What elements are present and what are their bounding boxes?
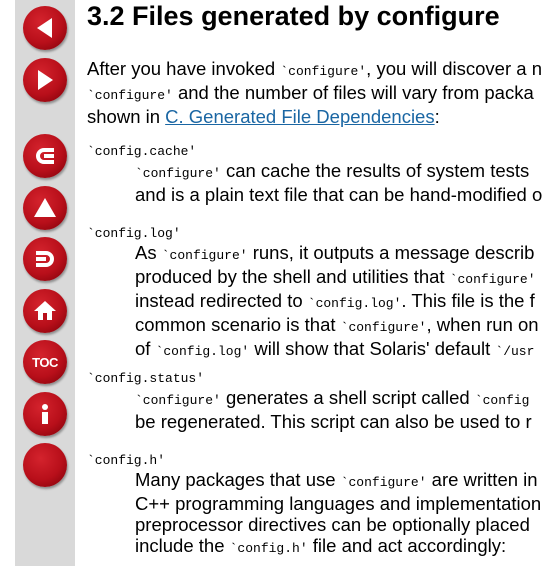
up-button[interactable] bbox=[23, 186, 67, 230]
definition-description: As `configure' runs, it outputs a messag… bbox=[135, 242, 539, 362]
inline-code: `configure' bbox=[87, 88, 173, 103]
previous-button[interactable] bbox=[23, 6, 67, 50]
intro-paragraph: After you have invoked `configure', you … bbox=[87, 58, 542, 127]
definition-text: include the bbox=[135, 535, 230, 556]
definition-text: preprocessor directives can be optionall… bbox=[135, 514, 530, 535]
page-content: 3.2 Files generated by configure After y… bbox=[87, 0, 542, 566]
inline-code: `configure' bbox=[340, 320, 427, 335]
page-title: 3.2 Files generated by configure bbox=[87, 1, 500, 31]
intro-text: shown in bbox=[87, 106, 166, 127]
definition-text: will show that Solaris' default bbox=[249, 338, 496, 359]
definition-text: produced by the shell and utilities that bbox=[135, 266, 450, 287]
definition-text: of bbox=[135, 338, 156, 359]
return-right-icon bbox=[36, 251, 54, 267]
inline-code: `configure' bbox=[161, 248, 248, 263]
inline-code: `config.h' bbox=[229, 541, 308, 556]
definition-term: `config.log' bbox=[87, 226, 181, 241]
home-button[interactable] bbox=[23, 289, 67, 333]
intro-text: and the number of files will vary from p… bbox=[172, 82, 534, 103]
info-button[interactable] bbox=[23, 392, 67, 436]
definition-term: `config.cache' bbox=[87, 144, 197, 159]
intro-text: After you have invoked bbox=[87, 58, 281, 79]
definition-text: C++ programming languages and implementa… bbox=[135, 493, 542, 514]
return-left-icon bbox=[36, 148, 54, 164]
arrow-left-icon bbox=[37, 18, 52, 38]
definition-description: `configure' generates a shell script cal… bbox=[135, 387, 532, 432]
back-button[interactable] bbox=[23, 134, 67, 178]
definition-term: `config.h' bbox=[87, 453, 166, 468]
arrow-right-icon bbox=[38, 70, 53, 90]
definition-text: Many packages that use bbox=[135, 469, 341, 490]
forward-button[interactable] bbox=[23, 237, 67, 281]
info-icon bbox=[42, 404, 48, 424]
toc-button[interactable]: TOC bbox=[23, 340, 67, 384]
intro-text: : bbox=[434, 106, 440, 127]
inline-code: `configure' bbox=[280, 64, 367, 79]
inline-code: `configure' bbox=[135, 166, 221, 181]
definition-term: `config.status' bbox=[87, 371, 205, 386]
definition-text: , when run on bbox=[426, 314, 539, 335]
navigation-bar: TOC bbox=[15, 0, 75, 566]
definition-text: generates a shell script called bbox=[220, 387, 475, 408]
definition-text: runs, it outputs a message describ bbox=[247, 242, 535, 263]
definition-text: be regenerated. This script can also be … bbox=[135, 411, 532, 432]
blank-button[interactable] bbox=[23, 443, 67, 487]
definition-text: and is a plain text file that can be han… bbox=[135, 184, 542, 205]
inline-code: `configure' bbox=[449, 272, 536, 287]
home-icon bbox=[34, 301, 56, 320]
definition-text: can cache the results of system tests bbox=[220, 160, 530, 181]
definition-text: file and act accordingly: bbox=[307, 535, 507, 556]
inline-code: `configure' bbox=[340, 475, 427, 490]
intro-text: , you will discover a n bbox=[366, 58, 542, 79]
inline-code: `/usr bbox=[495, 344, 535, 359]
definition-text: As bbox=[135, 242, 162, 263]
definition-description: `configure' can cache the results of sys… bbox=[135, 160, 542, 205]
definition-text: instead redirected to bbox=[135, 290, 308, 311]
toc-icon: TOC bbox=[32, 354, 58, 370]
definition-text: common scenario is that bbox=[135, 314, 341, 335]
definition-description: Many packages that use `configure' are w… bbox=[135, 469, 541, 559]
inline-code: `config bbox=[474, 393, 530, 408]
dependencies-link[interactable]: C. Generated File Dependencies bbox=[165, 106, 434, 127]
inline-code: `configure' bbox=[135, 393, 221, 408]
inline-code: `config.log' bbox=[307, 296, 402, 311]
arrow-up-icon bbox=[34, 198, 56, 217]
next-button[interactable] bbox=[23, 58, 67, 102]
definition-text: are written in bbox=[426, 469, 538, 490]
definition-text: . This file is the f bbox=[401, 290, 535, 311]
inline-code: `config.log' bbox=[155, 344, 250, 359]
